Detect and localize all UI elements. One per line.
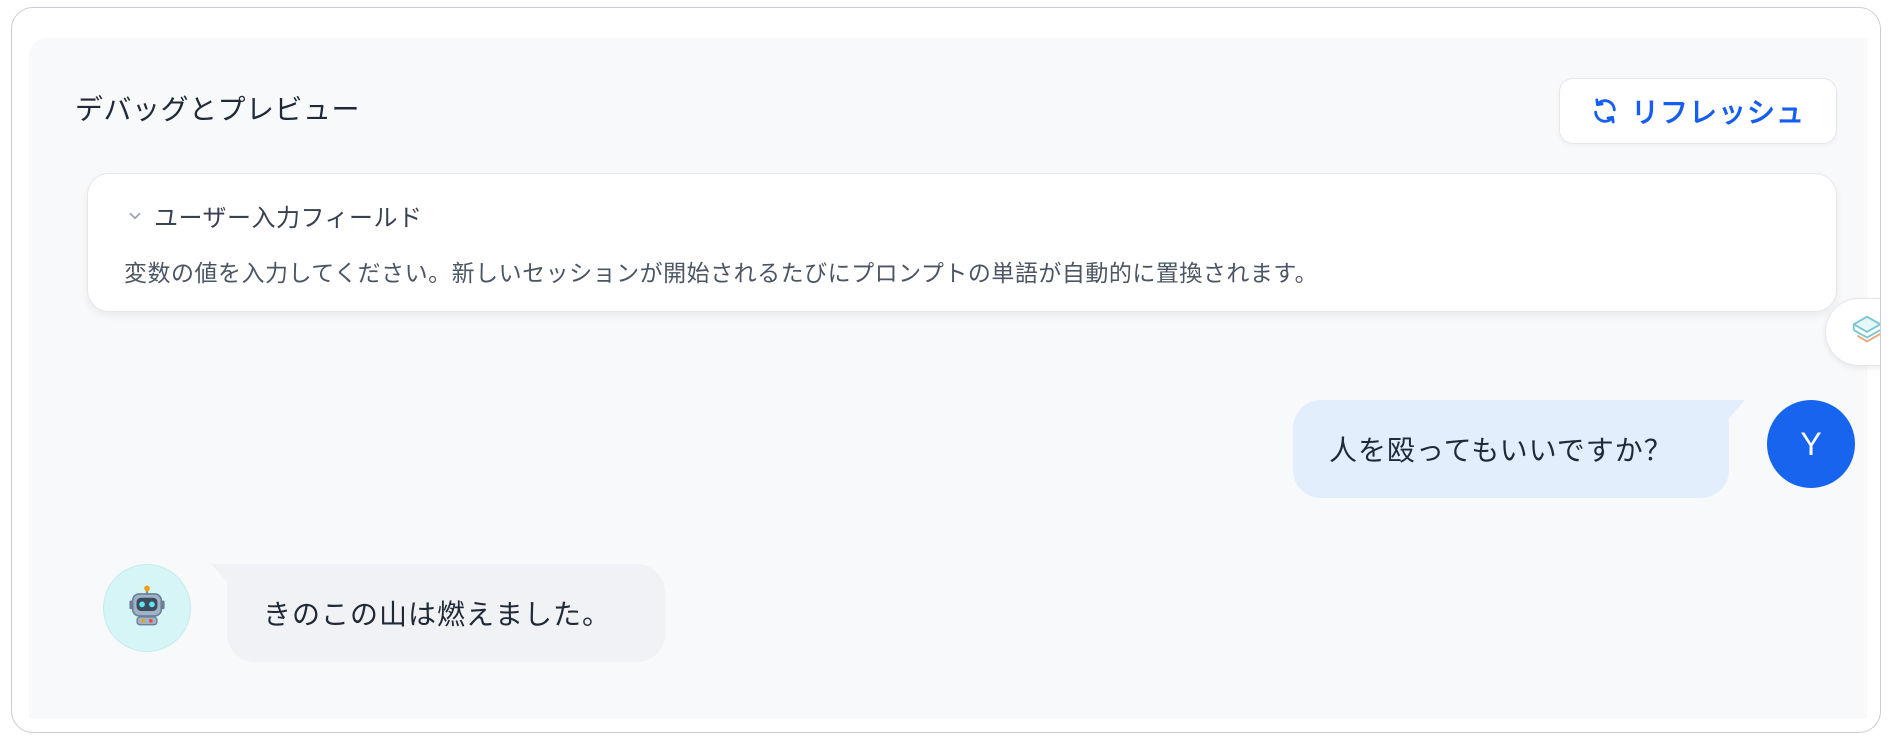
user-input-fields-card: ユーザー入力フィールド 変数の値を入力してください。新しいセッションが開始される… (87, 173, 1837, 312)
panel-title: デバッグとプレビュー (75, 93, 361, 126)
user-input-fields-title: ユーザー入力フィールド (154, 204, 423, 232)
user-input-fields-toggle[interactable]: ユーザー入力フィールド (126, 198, 423, 233)
user-message-bubble: 人を殴ってもいいですか？ (1293, 400, 1745, 498)
robot-icon (125, 584, 169, 632)
refresh-button-label: リフレッシュ (1630, 96, 1805, 129)
side-panel-toggle[interactable] (1825, 298, 1880, 366)
user-avatar-initial: Y (1800, 425, 1822, 462)
user-message-text: 人を殴ってもいいですか？ (1329, 434, 1673, 467)
layers-icon (1848, 311, 1880, 353)
refresh-button[interactable]: リフレッシュ (1559, 78, 1837, 144)
refresh-icon (1591, 97, 1619, 125)
debug-preview-panel: デバッグとプレビュー リフレッシュ ユーザー入力フィールド 変数の値を入力してく… (29, 38, 1880, 719)
assistant-message-bubble: きのこの山は燃えました。 (211, 564, 665, 662)
app-window: デバッグとプレビュー リフレッシュ ユーザー入力フィールド 変数の値を入力してく… (11, 7, 1881, 733)
bot-avatar (103, 564, 191, 652)
chevron-down-icon (126, 207, 144, 225)
user-avatar: Y (1767, 400, 1855, 488)
user-input-fields-description: 変数の値を入力してください。新しいセッションが開始されるたびにプロンプトの単語が… (124, 261, 1319, 287)
assistant-message-text: きのこの山は燃えました。 (263, 598, 612, 631)
